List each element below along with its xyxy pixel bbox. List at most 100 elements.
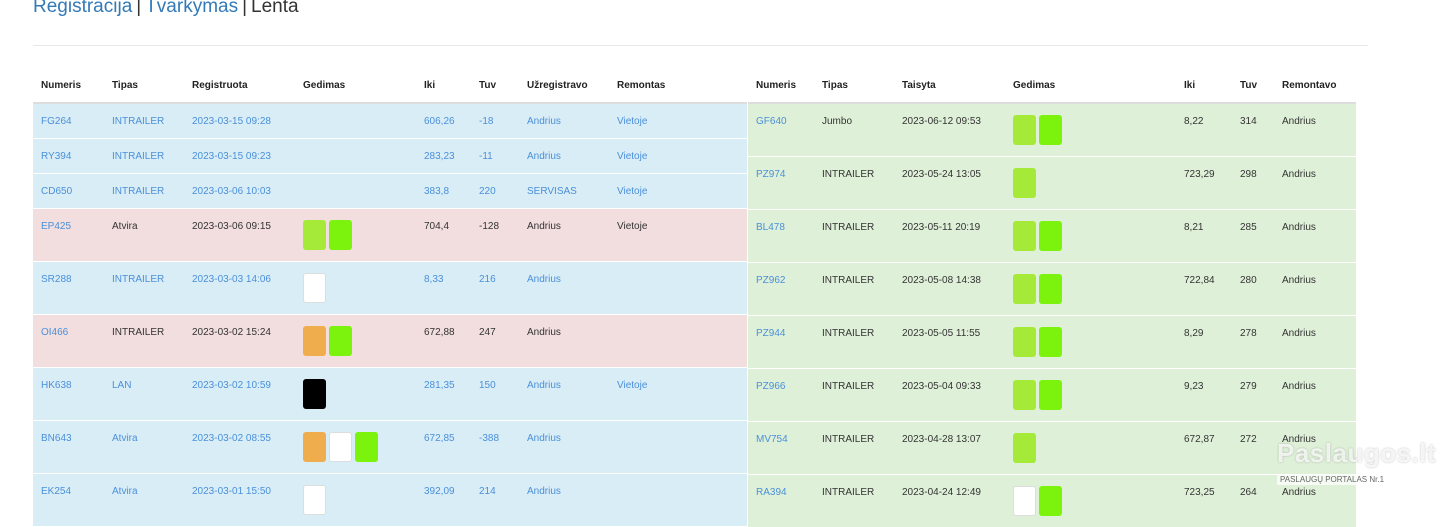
iki-value[interactable]: 606,26 (424, 116, 455, 127)
fault-white-swatch[interactable] (1013, 485, 1036, 516)
fault-lime-swatch[interactable] (1013, 273, 1036, 304)
col-header-gedimas[interactable]: Gedimas (295, 68, 416, 104)
registered-by[interactable]: Andrius (527, 486, 561, 497)
trailer-number-link[interactable]: SR288 (41, 274, 72, 285)
registered-by[interactable]: Andrius (527, 151, 561, 162)
registered-by[interactable]: Andrius (527, 116, 561, 127)
fault-black-swatch[interactable] (303, 378, 326, 409)
iki-value[interactable]: 672,85 (424, 433, 455, 444)
fault-white-swatch[interactable] (329, 431, 352, 462)
registered-by[interactable]: Andrius (527, 274, 561, 285)
fault-white-swatch[interactable] (303, 484, 326, 515)
table-row[interactable]: EP425 Atvira 2023-03-06 09:15 704,4 -128 Andr… (33, 207, 747, 261)
trailer-number-link[interactable]: GF640 (756, 116, 787, 127)
fault-orange-swatch[interactable] (303, 431, 326, 462)
table-row[interactable]: PZ962 INTRAILER 2023-05-08 14:38 722,84 280 A… (748, 261, 1356, 315)
table-row[interactable]: BN643 Atvira 2023-03-02 08:55 672,85 -388 And… (33, 419, 747, 473)
col-header-iki[interactable]: Iki (1176, 68, 1232, 104)
table-row[interactable]: HK638 LAN 2023-03-02 10:59 281,35 150 Andrius… (33, 366, 747, 420)
col-header-uzregistravo[interactable]: Užregistravo (519, 68, 609, 104)
table-row[interactable]: MV754 INTRAILER 2023-04-28 13:07 672,87 272 A… (748, 420, 1356, 474)
trailer-number-link[interactable]: RY394 (41, 151, 71, 162)
trailer-number-link[interactable]: HK638 (41, 380, 72, 391)
table-row[interactable]: GF640 Jumbo 2023-06-12 09:53 8,22 314 Andrius (748, 102, 1356, 156)
trailer-number-link[interactable]: FG264 (41, 116, 72, 127)
trailer-number-link[interactable]: PZ944 (756, 328, 785, 339)
fault-lime-swatch[interactable] (1013, 432, 1036, 463)
repair-location[interactable]: Vietoje (617, 186, 647, 197)
table-row[interactable]: OI466 INTRAILER 2023-03-02 15:24 672,88 247 A… (33, 313, 747, 367)
trailer-number-link[interactable]: OI466 (41, 327, 68, 338)
trailer-number-link[interactable]: PZ966 (756, 381, 785, 392)
iki-value[interactable]: 283,23 (424, 151, 455, 162)
registered-date[interactable]: 2023-03-15 09:23 (192, 151, 271, 162)
col-header-iki[interactable]: Iki (416, 68, 471, 104)
repair-location[interactable]: Vietoje (617, 116, 647, 127)
table-row[interactable]: PZ944 INTRAILER 2023-05-05 11:55 8,29 278 And… (748, 314, 1356, 368)
fault-lime-swatch[interactable] (1013, 220, 1036, 251)
fault-orange-swatch[interactable] (303, 325, 326, 356)
table-row[interactable]: RA394 INTRAILER 2023-04-24 12:49 723,25 264 A… (748, 473, 1356, 527)
tuv-value[interactable]: 150 (479, 380, 496, 391)
col-header-gedimas[interactable]: Gedimas (1005, 68, 1176, 104)
fault-lime-swatch[interactable] (1013, 379, 1036, 410)
iki-value[interactable]: 392,09 (424, 486, 455, 497)
col-header-remontavo[interactable]: Remontavo (1274, 68, 1356, 104)
nav-link-tvarkymas[interactable]: Tvarkymas (145, 0, 238, 17)
trailer-type[interactable]: Atvira (112, 486, 138, 497)
fault-green-swatch[interactable] (1039, 326, 1062, 357)
registered-by[interactable]: SERVISAS (527, 186, 577, 197)
table-row[interactable]: EK254 Atvira 2023-03-01 15:50 392,09 214 Andr… (33, 472, 747, 526)
trailer-number-link[interactable]: EP425 (41, 221, 71, 232)
table-row[interactable]: FG264 INTRAILER 2023-03-15 09:28 606,26 -18 A… (33, 102, 747, 138)
table-row[interactable]: CD650 INTRAILER 2023-03-06 10:03 383,8 220 SE… (33, 172, 747, 208)
trailer-number-link[interactable]: BN643 (41, 433, 72, 444)
trailer-number-link[interactable]: PZ962 (756, 275, 785, 286)
table-row[interactable]: PZ974 INTRAILER 2023-05-24 13:05 723,29 298 A… (748, 155, 1356, 209)
registered-date[interactable]: 2023-03-03 14:06 (192, 274, 271, 285)
fault-lime-swatch[interactable] (1013, 167, 1036, 198)
fault-green-swatch[interactable] (1039, 273, 1062, 304)
table-row[interactable]: BL478 INTRAILER 2023-05-11 20:19 8,21 285 And… (748, 208, 1356, 262)
col-header-registruota[interactable]: Registruota (184, 68, 295, 104)
tuv-value[interactable]: 216 (479, 274, 496, 285)
col-header-numeris[interactable]: Numeris (748, 68, 814, 104)
fault-green-swatch[interactable] (1039, 485, 1062, 516)
table-row[interactable]: PZ966 INTRAILER 2023-05-04 09:33 9,23 279 And… (748, 367, 1356, 421)
fault-lime-swatch[interactable] (1013, 326, 1036, 357)
col-header-numeris[interactable]: Numeris (33, 68, 104, 104)
fault-green-swatch[interactable] (1039, 115, 1062, 145)
registered-by[interactable]: Andrius (527, 380, 561, 391)
fault-green-swatch[interactable] (329, 325, 352, 356)
trailer-type[interactable]: INTRAILER (112, 116, 164, 127)
registered-date[interactable]: 2023-03-01 15:50 (192, 486, 271, 497)
trailer-number-link[interactable]: MV754 (756, 434, 788, 445)
fault-green-swatch[interactable] (329, 219, 352, 250)
trailer-type[interactable]: INTRAILER (112, 151, 164, 162)
registered-date[interactable]: 2023-03-06 10:03 (192, 186, 271, 197)
trailer-type[interactable]: LAN (112, 380, 131, 391)
col-header-tuv[interactable]: Tuv (471, 68, 519, 104)
repair-location[interactable]: Vietoje (617, 151, 647, 162)
tuv-value[interactable]: -388 (479, 433, 499, 444)
repair-location[interactable]: Vietoje (617, 380, 647, 391)
fault-green-swatch[interactable] (1039, 379, 1062, 410)
table-row[interactable]: SR288 INTRAILER 2023-03-03 14:06 8,33 216 And… (33, 260, 747, 314)
iki-value[interactable]: 281,35 (424, 380, 455, 391)
trailer-number-link[interactable]: BL478 (756, 222, 785, 233)
trailer-number-link[interactable]: CD650 (41, 186, 72, 197)
fault-white-swatch[interactable] (303, 272, 326, 303)
col-header-tipas[interactable]: Tipas (814, 68, 894, 104)
registered-date[interactable]: 2023-03-02 08:55 (192, 433, 271, 444)
fault-lime-swatch[interactable] (1013, 115, 1036, 145)
iki-value[interactable]: 383,8 (424, 186, 449, 197)
trailer-type[interactable]: INTRAILER (112, 186, 164, 197)
col-header-tuv[interactable]: Tuv (1232, 68, 1274, 104)
tuv-value[interactable]: 220 (479, 186, 496, 197)
fault-lime-swatch[interactable] (303, 219, 326, 250)
fault-green-swatch[interactable] (1039, 220, 1062, 251)
col-header-taisyta[interactable]: Taisyta (894, 68, 1005, 104)
registered-date[interactable]: 2023-03-02 10:59 (192, 380, 271, 391)
col-header-remontas[interactable]: Remontas (609, 68, 747, 104)
iki-value[interactable]: 8,33 (424, 274, 443, 285)
